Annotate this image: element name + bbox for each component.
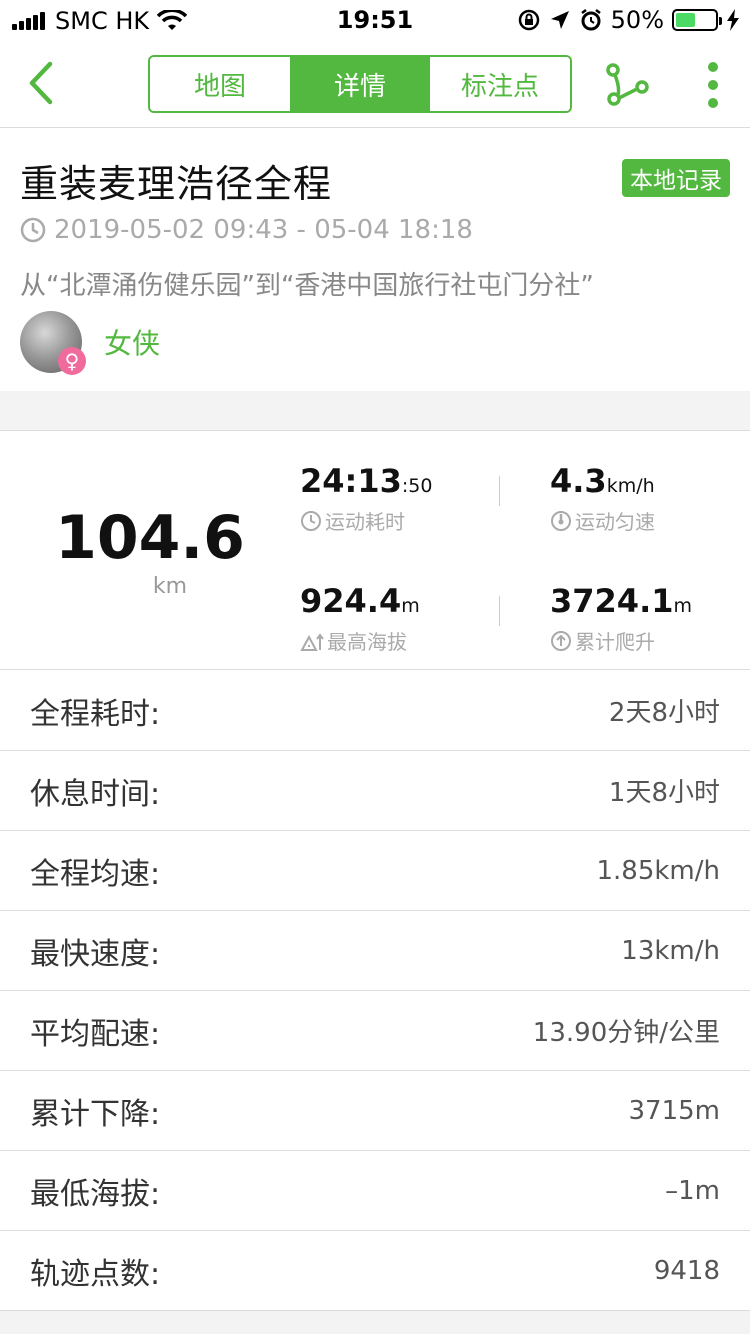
moving-time-stat: 24:13:50 运动耗时: [300, 462, 432, 535]
max-altitude-unit: m: [401, 595, 420, 617]
detail-value: 13.90分钟/公里: [532, 1018, 720, 1048]
track-header: 重装麦理浩径全程 本地记录 2019-05-02 09:43 - 05-04 1…: [0, 129, 750, 391]
avg-speed-value: 4.3: [550, 462, 607, 500]
avatar[interactable]: ♀: [20, 311, 86, 375]
detail-value: 2天8小时: [608, 698, 720, 728]
detail-label: 累计下降:: [30, 1096, 161, 1132]
moving-time-value: 24:13: [300, 462, 402, 500]
avg-speed-unit: km/h: [606, 475, 655, 497]
detail-list: 全程耗时: 2天8小时 休息时间: 1天8小时 全程均速: 1.85km/h 最…: [0, 671, 750, 1311]
total-ascent-value: 3724.1: [550, 582, 674, 620]
total-ascent-stat: 3724.1m 累计爬升: [550, 582, 692, 655]
detail-value: 9418: [653, 1255, 720, 1286]
back-button[interactable]: [22, 60, 62, 106]
clock-icon: [301, 510, 321, 531]
arrow-up-circle-icon: [551, 630, 571, 651]
charging-bolt-icon: [727, 9, 739, 31]
more-options-button[interactable]: [698, 60, 728, 110]
tab-map[interactable]: 地图: [150, 57, 290, 111]
detail-value: 1.85km/h: [596, 855, 720, 886]
local-record-badge: 本地记录: [622, 159, 730, 197]
avg-speed-label: 运动匀速: [575, 510, 655, 534]
avg-speed-stat: 4.3km/h 运动匀速: [550, 462, 655, 535]
detail-value: –1m: [665, 1175, 720, 1206]
max-altitude-stat: 924.4m 最高海拔: [300, 582, 420, 655]
route-description: 从“北潭涌伤健乐园”到“香港中国旅行社屯门分社”: [20, 271, 594, 301]
tab-details[interactable]: 详情: [290, 57, 430, 111]
segmented-control: 地图 详情 标注点: [148, 55, 572, 113]
tab-markers[interactable]: 标注点: [430, 57, 570, 111]
list-item: 最低海拔: –1m: [0, 1151, 750, 1231]
status-bar: SMC HK 19:51 50%: [0, 0, 750, 40]
max-altitude-value: 924.4: [300, 582, 402, 620]
battery-percent: 50%: [610, 6, 664, 34]
detail-label: 全程耗时:: [30, 696, 161, 732]
list-item: 全程耗时: 2天8小时: [0, 671, 750, 751]
stats-panel: 104.6 km 24:13:50 运动耗时 4.3km/h 运动匀速 924.…: [0, 432, 750, 670]
route-share-icon[interactable]: [604, 62, 650, 108]
time-range: 2019-05-02 09:43 - 05-04 18:18: [20, 215, 473, 245]
detail-label: 最快速度:: [30, 936, 161, 972]
detail-value: 13km/h: [621, 935, 720, 966]
status-right: 50%: [509, 6, 740, 34]
detail-label: 平均配速:: [30, 1016, 161, 1052]
detail-value: 1天8小时: [608, 778, 720, 808]
list-item: 平均配速: 13.90分钟/公里: [0, 991, 750, 1071]
distance-value: 104.6: [55, 503, 245, 573]
distance-unit: km: [152, 574, 188, 599]
user-row[interactable]: ♀ 女侠: [20, 311, 160, 375]
clock-icon: [20, 217, 46, 243]
list-item: 休息时间: 1天8小时: [0, 751, 750, 831]
speedometer-icon: [551, 510, 571, 531]
list-item: 累计下降: 3715m: [0, 1071, 750, 1151]
moving-time-seconds: :50: [401, 475, 433, 497]
rotation-lock-icon: [518, 9, 539, 31]
total-ascent-label: 累计爬升: [575, 630, 655, 654]
section-divider: [0, 391, 750, 431]
max-altitude-label: 最高海拔: [327, 630, 407, 654]
detail-label: 最低海拔:: [30, 1176, 161, 1212]
bottom-spacer: [0, 1311, 750, 1334]
track-title: 重装麦理浩径全程: [20, 162, 333, 206]
detail-label: 休息时间:: [30, 776, 161, 812]
distance-stat: 104.6 km: [0, 502, 300, 599]
username[interactable]: 女侠: [104, 322, 160, 362]
list-item: 全程均速: 1.85km/h: [0, 831, 750, 911]
location-arrow-icon: [550, 11, 569, 29]
female-gender-icon: ♀: [58, 347, 86, 375]
nav-bar: 地图 详情 标注点: [0, 40, 750, 128]
time-range-text: 2019-05-02 09:43 - 05-04 18:18: [54, 215, 473, 245]
moving-time-label: 运动耗时: [325, 510, 405, 534]
detail-value: 3715m: [628, 1095, 721, 1126]
detail-label: 轨迹点数:: [30, 1256, 161, 1292]
divider: [499, 596, 500, 626]
list-item: 轨迹点数: 9418: [0, 1231, 750, 1311]
mountain-up-icon: [300, 632, 324, 651]
battery-icon: [672, 9, 722, 31]
total-ascent-unit: m: [673, 595, 692, 617]
divider: [499, 476, 500, 506]
detail-label: 全程均速:: [30, 856, 161, 892]
list-item: 最快速度: 13km/h: [0, 911, 750, 991]
battery-fill: [676, 13, 695, 27]
alarm-icon: [580, 9, 601, 31]
